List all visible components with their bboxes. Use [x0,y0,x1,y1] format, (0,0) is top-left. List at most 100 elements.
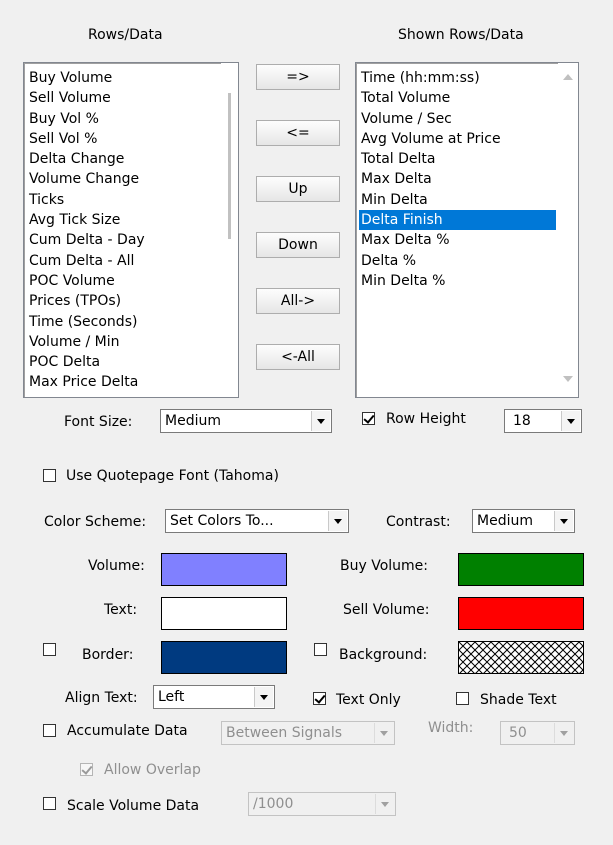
font-size-value: Medium [165,413,221,429]
rows-data-title: Rows/Data [88,27,163,43]
contrast-label: Contrast: [386,514,451,530]
remove-all-button[interactable]: <-All [256,344,340,370]
rows-data-list: Buy Volume Sell Volume Buy Vol % Sell Vol %… [27,68,219,393]
add-row-button[interactable]: => [256,64,340,90]
font-size-label: Font Size: [64,414,133,430]
color-scheme-label: Color Scheme: [44,514,147,530]
row-height-label: Row Height [386,411,466,427]
allow-overlap-checkbox[interactable] [80,763,93,776]
allow-overlap-label: Allow Overlap [104,762,201,778]
crosshatch-pattern-icon [459,642,583,673]
chevron-down-icon[interactable] [561,411,580,431]
width-label: Width: [428,720,474,736]
list-item[interactable]: Max Price Delta [27,372,219,392]
rows-data-listbox[interactable]: Buy Volume Sell Volume Buy Vol % Sell Vol %… [23,62,239,398]
list-item[interactable]: Sell Vol % [27,129,219,149]
row-height-select[interactable]: 18 [504,409,582,433]
list-item[interactable]: Volume Change [27,169,219,189]
list-item[interactable]: POC Delta [27,352,219,372]
align-text-label: Align Text: [65,690,138,706]
font-size-select[interactable]: Medium [160,409,332,433]
list-item[interactable]: Buy Volume [27,68,219,88]
remove-row-button[interactable]: <= [256,120,340,146]
shade-text-label: Shade Text [480,692,557,708]
border-color-label: Border: [82,647,134,663]
list-item[interactable]: Min Delta [359,190,554,210]
chevron-down-icon[interactable] [254,687,273,707]
shade-text-checkbox[interactable] [456,692,469,705]
background-color-swatch[interactable] [458,641,584,674]
list-item[interactable]: Ticks [27,190,219,210]
quotepage-font-label: Use Quotepage Font (Tahoma) [66,468,279,484]
list-item[interactable]: Avg Volume at Price [359,129,554,149]
rows-data-scroll-thumb[interactable] [228,93,231,239]
shown-rows-scrollbar[interactable] [558,63,578,397]
chevron-down-icon[interactable] [375,794,394,814]
scroll-down-icon[interactable] [563,375,573,383]
buy-volume-color-swatch[interactable] [458,553,584,586]
list-item[interactable]: Buy Vol % [27,109,219,129]
list-item[interactable]: Delta Finish [359,210,556,231]
align-text-value: Left [158,689,185,705]
move-down-button[interactable]: Down [256,232,340,258]
add-all-button[interactable]: All-> [256,288,340,314]
chevron-down-icon[interactable] [554,723,573,743]
contrast-value: Medium [477,513,533,529]
accumulate-mode-select[interactable]: Between Signals [221,721,395,745]
list-item[interactable]: Prices (TPOs) [27,291,219,311]
row-height-checkbox[interactable] [362,412,375,425]
color-scheme-value: Set Colors To... [170,513,274,529]
scroll-up-icon[interactable] [563,73,573,81]
text-only-label: Text Only [336,692,401,708]
chevron-down-icon[interactable] [554,511,573,531]
color-scheme-select[interactable]: Set Colors To... [165,509,349,533]
list-item[interactable]: Avg Tick Size [27,210,219,230]
buy-volume-color-label: Buy Volume: [340,558,428,574]
list-item[interactable]: Max Delta % [359,230,554,250]
list-item[interactable]: Min Delta % [359,271,554,291]
list-item[interactable]: Time (Seconds) [27,312,219,332]
text-only-checkbox[interactable] [313,692,326,705]
list-item[interactable]: Max Delta [359,169,554,189]
shown-rows-listbox[interactable]: Time (hh:mm:ss) Total Volume Volume / Sec A… [355,62,579,398]
accumulate-mode-value: Between Signals [226,725,343,741]
list-item[interactable]: Volume / Min [27,332,219,352]
list-item[interactable]: Time (hh:mm:ss) [359,68,554,88]
list-item[interactable]: Delta Change [27,149,219,169]
list-item[interactable]: Delta % [359,251,554,271]
volume-color-swatch[interactable] [161,553,287,586]
list-item[interactable]: POC Volume [27,271,219,291]
sell-volume-color-swatch[interactable] [458,597,584,630]
accumulate-data-label: Accumulate Data [67,723,188,739]
shown-rows-title: Shown Rows/Data [398,27,524,43]
scale-volume-select[interactable]: /1000 [248,792,396,816]
contrast-select[interactable]: Medium [472,509,575,533]
list-item[interactable]: Total Delta [359,149,554,169]
chevron-down-icon[interactable] [328,511,347,531]
rows-data-scrollbar[interactable] [221,63,238,397]
background-color-label: Background: [339,647,428,663]
list-item[interactable]: Sell Volume [27,88,219,108]
move-up-button[interactable]: Up [256,176,340,202]
list-item[interactable]: Cum Delta - All [27,251,219,271]
accumulate-data-checkbox[interactable] [43,724,56,737]
width-select[interactable]: 50 [500,721,575,745]
scale-volume-label: Scale Volume Data [67,798,200,814]
text-color-swatch[interactable] [161,597,287,630]
volume-color-label: Volume: [88,558,145,574]
border-checkbox[interactable] [43,643,56,656]
sell-volume-color-label: Sell Volume: [343,602,430,618]
quotepage-font-checkbox[interactable] [43,469,56,482]
row-height-value: 18 [513,413,531,429]
shown-rows-list: Time (hh:mm:ss) Total Volume Volume / Sec A… [359,68,556,291]
list-item[interactable]: Total Volume [359,88,554,108]
background-checkbox[interactable] [314,643,327,656]
scale-volume-value: /1000 [253,796,294,812]
chevron-down-icon[interactable] [311,411,330,431]
scale-volume-checkbox[interactable] [43,797,56,810]
align-text-select[interactable]: Left [153,685,275,709]
chevron-down-icon[interactable] [374,723,393,743]
list-item[interactable]: Cum Delta - Day [27,230,219,250]
list-item[interactable]: Volume / Sec [359,109,554,129]
border-color-swatch[interactable] [161,641,287,674]
